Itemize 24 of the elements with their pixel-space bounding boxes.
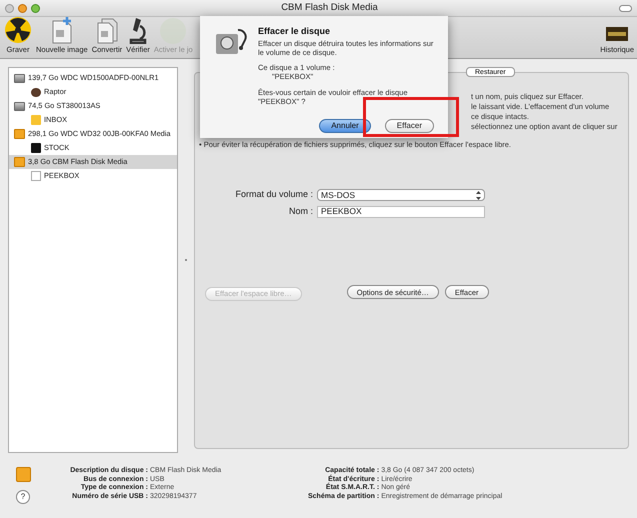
minimize-icon[interactable] — [18, 4, 27, 12]
help-button[interactable]: ? — [16, 490, 30, 504]
toolbar-toggle-icon[interactable] — [619, 4, 632, 12]
volume-icon — [31, 115, 41, 125]
volume-icon — [31, 88, 41, 96]
volume-icon — [31, 171, 41, 181]
window-title: CBM Flash Disk Media — [280, 0, 379, 15]
volume-icon — [31, 143, 41, 153]
radiation-icon — [4, 16, 32, 44]
disk-icon — [160, 18, 186, 44]
dialog-button[interactable]: Effacer — [384, 118, 434, 132]
format-select[interactable]: MS-DOS — [317, 189, 485, 201]
zoom-icon[interactable] — [31, 4, 40, 12]
dialog-title: Effacer le disque — [258, 25, 332, 38]
name-field[interactable]: PEEKBOX — [317, 206, 485, 218]
stepper-icon — [476, 190, 481, 200]
new-document-icon — [50, 16, 74, 44]
splitter-handle-icon[interactable] — [185, 259, 187, 261]
field-label: Format du volume : — [234, 188, 313, 202]
documents-icon — [94, 16, 119, 44]
microscope-icon — [128, 16, 148, 44]
dialog-button[interactable]: Annuler — [319, 118, 371, 132]
field-label: Nom : — [288, 204, 313, 218]
close-icon[interactable] — [5, 4, 14, 12]
